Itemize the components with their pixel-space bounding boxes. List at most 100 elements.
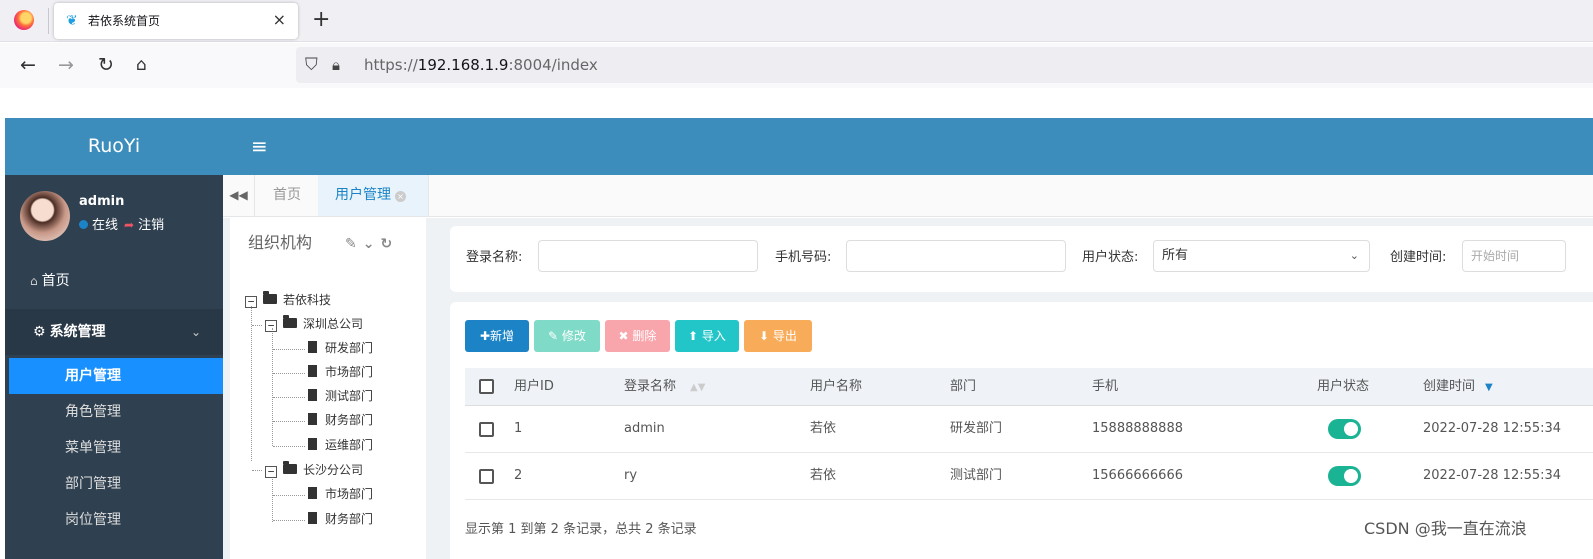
- tabs-scroll-left-icon[interactable]: ◀◀: [223, 175, 255, 216]
- reload-icon[interactable]: ↻: [98, 52, 114, 78]
- tree-guide: [272, 477, 273, 522]
- col-login-name-label: 登录名称: [624, 379, 677, 394]
- tree-node-branch[interactable]: − 长沙分公司: [265, 461, 363, 478]
- sidebar-group-text: 系统管理: [49, 324, 106, 340]
- tree-node-leaf[interactable]: 运维部门: [308, 437, 373, 453]
- tab-user-management[interactable]: 用户管理 ×: [318, 175, 428, 216]
- col-department[interactable]: 部门: [950, 368, 976, 406]
- logout-link[interactable]: 注销: [138, 218, 164, 233]
- col-created-label: 创建时间: [1423, 379, 1476, 394]
- tree-node-leaf[interactable]: 市场部门: [308, 486, 373, 502]
- folder-open-icon: [283, 461, 297, 474]
- sort-desc-icon[interactable]: ▼: [1485, 382, 1493, 393]
- back-arrow-icon[interactable]: ←: [20, 52, 36, 78]
- sidebar-item-posts[interactable]: 岗位管理: [9, 502, 223, 538]
- col-phone[interactable]: 手机: [1092, 368, 1118, 406]
- search-form: 登录名称: 手机号码: 用户状态: 所有 ⌄ 创建时间: 开始时间: [450, 226, 1593, 292]
- sidebar: admin 在线 ➦ 注销 ⌂ 首页 ⚙ 系统管理 ⌄ 用户管理 角色管理 菜单管理 部…: [5, 175, 223, 559]
- select-all-checkbox[interactable]: [479, 379, 494, 394]
- tree-node-label: 研发部门: [325, 341, 374, 355]
- edit-button-label: 修改: [561, 329, 586, 343]
- phone-input[interactable]: [846, 240, 1066, 272]
- new-tab-button[interactable]: +: [312, 6, 330, 34]
- app-logo[interactable]: RuoYi: [5, 118, 223, 175]
- table-row[interactable]: 1 admin 若依 研发部门 15888888888 2022-07-28 1…: [465, 406, 1593, 453]
- tree-collapse-icon[interactable]: −: [265, 320, 277, 332]
- url-bar[interactable]: ⛉ 🔒︎ https://192.168.1.9:8004/index: [296, 47, 1593, 83]
- status-toggle[interactable]: [1328, 466, 1361, 486]
- tree-node-label: 财务部门: [325, 512, 374, 526]
- table-row[interactable]: 2 ry 若依 测试部门 15666666666 2022-07-28 12:5…: [465, 453, 1593, 500]
- file-icon: [308, 512, 317, 524]
- col-user-id[interactable]: 用户ID: [514, 368, 554, 406]
- org-tree-tools: ✎⌄↻: [345, 234, 398, 254]
- sidebar-item-home[interactable]: ⌂ 首页: [30, 271, 70, 291]
- browser-tab[interactable]: ❦ 若依系统首页 ×: [54, 3, 298, 39]
- status-label: 用户状态:: [1082, 250, 1139, 265]
- col-user-name[interactable]: 用户名称: [810, 368, 862, 406]
- tree-node-root[interactable]: − 若依科技: [245, 291, 331, 308]
- folder-open-icon: [283, 315, 297, 328]
- col-created[interactable]: 创建时间 ▼: [1423, 368, 1493, 407]
- status-select[interactable]: 所有 ⌄: [1153, 240, 1370, 272]
- edit-button[interactable]: ✎ 修改: [534, 320, 600, 352]
- tree-node-leaf[interactable]: 财务部门: [308, 511, 373, 527]
- cell-department: 研发部门: [950, 421, 1003, 436]
- home-icon[interactable]: ⌂: [136, 52, 147, 78]
- tree-node-branch[interactable]: − 深圳总公司: [265, 315, 363, 332]
- refresh-icon[interactable]: ↻: [380, 236, 398, 252]
- tree-node-leaf[interactable]: 财务部门: [308, 412, 373, 428]
- user-status: 在线 ➦ 注销: [79, 217, 164, 234]
- tree-collapse-icon[interactable]: −: [245, 296, 257, 308]
- avatar[interactable]: [20, 191, 70, 241]
- tree-node-leaf[interactable]: 市场部门: [308, 364, 373, 380]
- tab-close-icon[interactable]: ×: [273, 11, 286, 29]
- sidebar-item-roles[interactable]: 角色管理: [9, 394, 223, 430]
- sidebar-group-system[interactable]: ⚙ 系统管理 ⌄: [5, 309, 223, 355]
- tree-guide: [273, 446, 305, 447]
- shield-icon[interactable]: ⛉: [305, 53, 318, 77]
- tree-collapse-icon[interactable]: −: [265, 466, 277, 478]
- sidebar-item-users[interactable]: 用户管理: [9, 358, 223, 394]
- file-icon: [308, 341, 317, 353]
- chevron-down-icon[interactable]: ⌄: [363, 236, 381, 252]
- forward-arrow-icon[interactable]: →: [58, 52, 74, 78]
- edit-icon: ✎: [548, 329, 562, 343]
- lock-icon[interactable]: 🔒︎: [332, 53, 340, 77]
- gear-icon: ⚙: [33, 324, 46, 340]
- login-name-input[interactable]: [538, 240, 758, 272]
- online-status: 在线: [92, 218, 119, 233]
- user-name: admin: [79, 194, 125, 209]
- col-status[interactable]: 用户状态: [1317, 368, 1369, 406]
- import-button[interactable]: ⬆ 导入: [675, 320, 739, 352]
- firefox-logo-icon[interactable]: [14, 10, 34, 30]
- menu-toggle-icon[interactable]: ≡: [251, 134, 268, 158]
- tree-node-leaf[interactable]: 研发部门: [308, 340, 373, 356]
- cell-user-name: 若依: [810, 468, 837, 483]
- col-login-name[interactable]: 登录名称 ▲▼: [624, 368, 705, 407]
- import-button-label: 导入: [701, 329, 726, 343]
- row-checkbox[interactable]: [479, 422, 494, 437]
- sidebar-item-menus[interactable]: 菜单管理: [9, 430, 223, 466]
- row-checkbox[interactable]: [479, 469, 494, 484]
- tab-home[interactable]: 首页: [257, 175, 317, 216]
- add-button[interactable]: ✚新增: [465, 320, 529, 352]
- cell-user-id: 1: [514, 421, 523, 436]
- download-icon: ⬇: [759, 329, 773, 343]
- logout-icon[interactable]: ➦: [124, 218, 134, 232]
- file-icon: [308, 389, 317, 401]
- delete-button[interactable]: ✖ 删除: [605, 320, 670, 352]
- chevron-down-icon: ⌄: [1349, 249, 1359, 262]
- close-icon[interactable]: ×: [395, 191, 406, 202]
- url-text[interactable]: https://192.168.1.9:8004/index: [364, 55, 598, 75]
- sidebar-item-departments[interactable]: 部门管理: [9, 466, 223, 502]
- app-topbar: ≡: [223, 118, 1593, 175]
- sort-icon[interactable]: ▲▼: [690, 382, 705, 393]
- export-button[interactable]: ⬇ 导出: [744, 320, 812, 352]
- start-time-input[interactable]: 开始时间: [1462, 240, 1566, 272]
- status-toggle[interactable]: [1328, 419, 1361, 439]
- tree-node-label: 测试部门: [325, 389, 374, 403]
- tree-node-leaf[interactable]: 测试部门: [308, 388, 373, 404]
- created-label: 创建时间:: [1390, 250, 1447, 265]
- edit-icon[interactable]: ✎: [345, 236, 363, 252]
